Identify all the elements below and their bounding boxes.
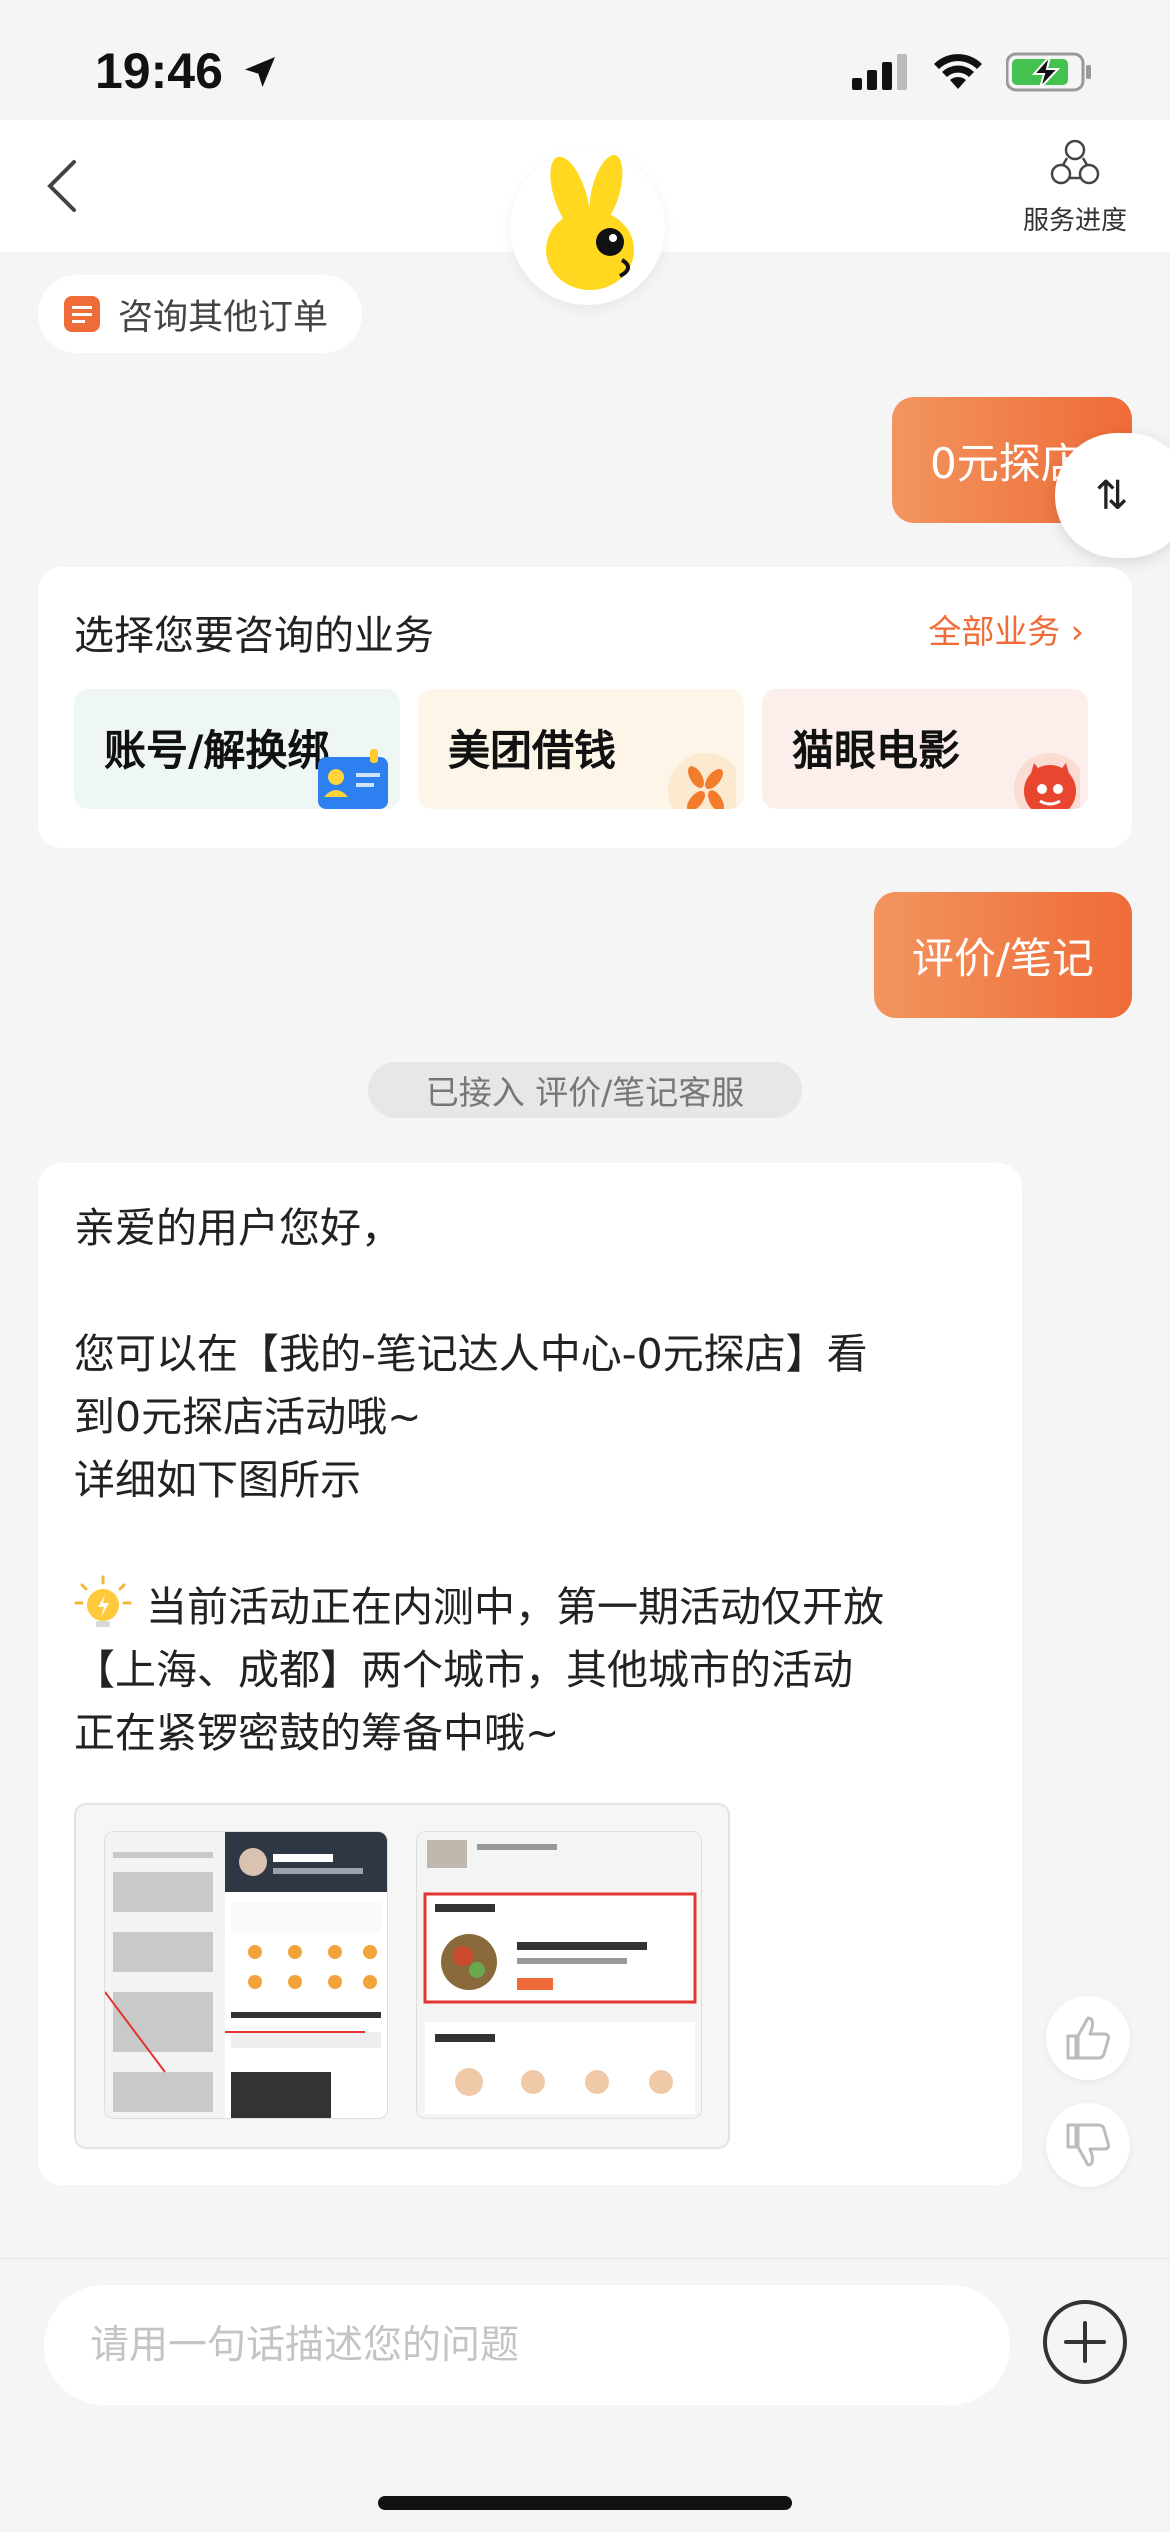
cat-eye-icon (1014, 753, 1080, 809)
home-indicator (378, 2496, 792, 2510)
consult-other-order-label: 咨询其他订单 (118, 297, 329, 338)
status-indicators (852, 52, 1092, 92)
service-progress-icon (1050, 139, 1100, 185)
thumbs-up-button[interactable] (1046, 1996, 1130, 2080)
swap-arrows-icon: ⇅ (1095, 472, 1129, 519)
agent-message-card: 亲爱的用户您好， 您可以在【我的-笔记达人中心-0元探店】看 到0元探店活动哦~… (38, 1163, 1022, 2185)
thumbs-up-icon (1066, 2016, 1110, 2060)
swap-order-button[interactable]: ⇅ (1055, 433, 1170, 558)
business-tile-label: 美团借钱 (448, 726, 617, 775)
system-notice: 已接入 评价/笔记客服 (368, 1062, 802, 1118)
thumbs-down-button[interactable] (1046, 2103, 1130, 2187)
message-input[interactable] (44, 2285, 1010, 2405)
service-progress-label: 服务进度 (1022, 206, 1127, 236)
message-line-with-bulb: 当前活动正在内测中，第一期活动仅开放 (74, 1575, 986, 1639)
message-line: 正在紧锣密鼓的筹备中哦~ (74, 1709, 560, 1757)
message-line: 【上海、成都】两个城市，其他城市的活动 (74, 1646, 853, 1694)
screenshot-thumbnail (104, 1831, 388, 2119)
all-business-link[interactable]: 全部业务 › (928, 605, 1084, 653)
business-tile-loan[interactable]: 美团借钱 (418, 689, 744, 809)
mascot-avatar (510, 150, 665, 305)
status-time: 19:46 (95, 43, 223, 99)
business-selection-card: 选择您要咨询的业务 全部业务 › 账号/解换绑 美团借钱 猫眼电影 (38, 567, 1132, 848)
business-tile-movie[interactable]: 猫眼电影 (762, 689, 1088, 809)
service-progress-button[interactable]: 服务进度 (1000, 138, 1150, 237)
business-tile-label: 账号/解换绑 (104, 726, 330, 775)
screenshot-thumbnail (416, 1831, 702, 2119)
mascot-icon (546, 155, 634, 290)
thumbs-down-icon (1066, 2123, 1110, 2167)
tutorial-screenshots-image[interactable] (74, 1803, 730, 2149)
location-arrow-icon (245, 57, 275, 87)
status-bar: 19:46 (0, 0, 1170, 120)
message-line: 到0元探店活动哦~ (74, 1393, 422, 1441)
user-message-bubble: 评价/笔记 (873, 892, 1132, 1018)
id-card-icon (318, 749, 388, 809)
pinwheel-icon (668, 753, 736, 809)
message-line: 您可以在【我的-笔记达人中心-0元探店】看 (74, 1330, 868, 1378)
message-line: 详细如下图所示 (74, 1456, 361, 1504)
battery-charging-icon (1006, 52, 1091, 92)
business-tile-account[interactable]: 账号/解换绑 (74, 689, 400, 809)
app-screenshot-graphic (105, 1832, 387, 2118)
order-list-icon (64, 296, 100, 332)
cellular-signal-icon (852, 54, 907, 90)
back-chevron-icon[interactable] (36, 156, 96, 216)
message-line: 亲爱的用户您好， (74, 1204, 402, 1252)
wifi-icon (934, 54, 982, 89)
add-attachment-icon[interactable] (1042, 2299, 1128, 2385)
app-screenshot-graphic (417, 1832, 701, 2118)
lightbulb-icon (74, 1575, 132, 1627)
consult-other-order-button[interactable]: 咨询其他订单 (38, 275, 363, 353)
business-tile-label: 猫眼电影 (792, 726, 961, 775)
business-card-title: 选择您要咨询的业务 (74, 613, 434, 659)
message-line-text: 当前活动正在内测中，第一期活动仅开放 (146, 1583, 884, 1631)
message-input-bar (0, 2258, 1170, 2532)
